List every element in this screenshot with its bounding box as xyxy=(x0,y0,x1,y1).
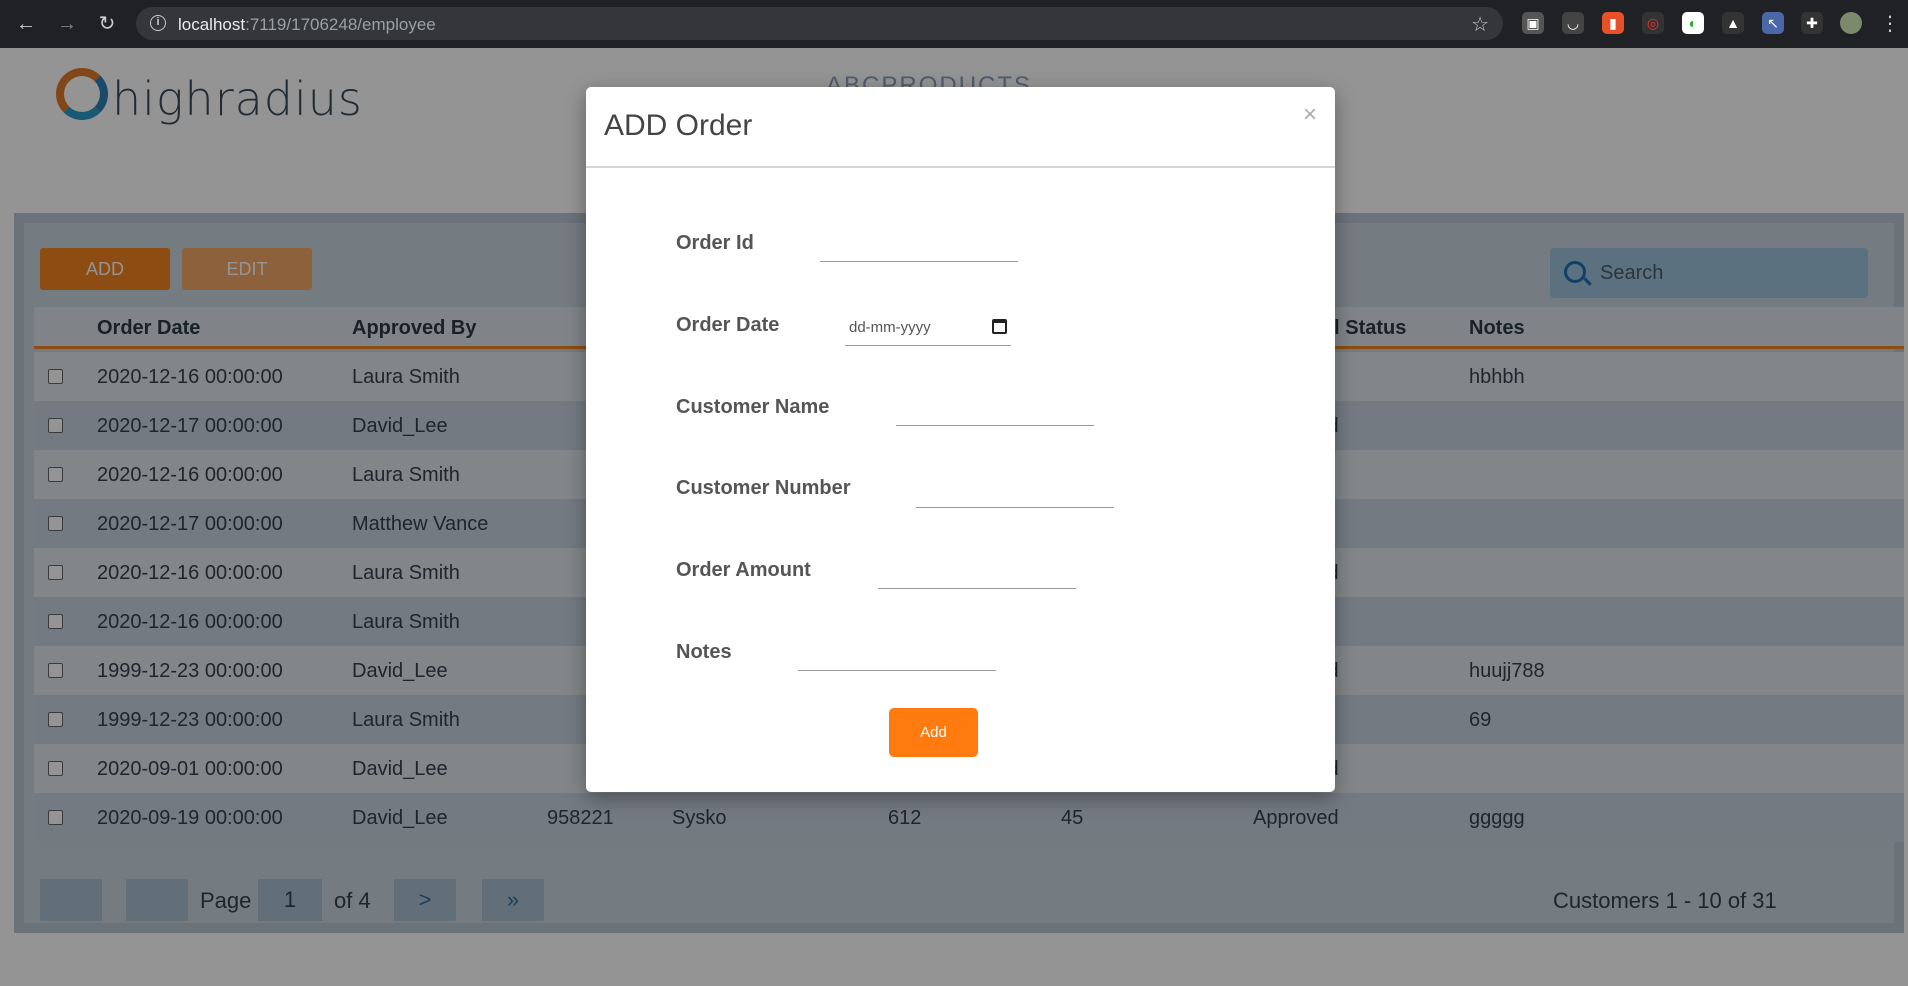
order-date-label: Order Date xyxy=(676,314,780,336)
menu-dots-icon[interactable]: ⋮ xyxy=(1876,10,1904,38)
order-id-label: Order Id xyxy=(676,232,754,254)
extension-icon[interactable]: ▲ xyxy=(1722,12,1744,34)
calendar-icon[interactable] xyxy=(992,319,1007,334)
extension-icon[interactable]: ◎ xyxy=(1642,12,1664,34)
bookmark-star-icon[interactable]: ☆ xyxy=(1471,12,1489,37)
url-text[interactable]: localhost:7119/1706248/employee xyxy=(178,15,436,35)
date-placeholder: dd-mm-yyyy xyxy=(849,319,931,336)
notes-field[interactable] xyxy=(798,641,996,671)
notes-label: Notes xyxy=(676,641,732,663)
customer-name-field[interactable] xyxy=(896,396,1094,426)
browser-toolbar: ← → ↻ i localhost:7119/1706248/employee … xyxy=(0,0,1908,48)
extension-icon[interactable]: ◐ xyxy=(1682,12,1704,34)
pocket-icon[interactable]: ◡ xyxy=(1562,12,1584,34)
extension-icon[interactable]: ▣ xyxy=(1522,12,1544,34)
extension-icon[interactable]: ▮ xyxy=(1602,12,1624,34)
address-bar[interactable]: i localhost:7119/1706248/employee ☆ xyxy=(136,7,1503,40)
order-amount-field[interactable] xyxy=(878,559,1076,589)
puzzle-icon[interactable]: ✚ xyxy=(1801,12,1823,34)
avatar[interactable] xyxy=(1840,12,1862,34)
reload-icon[interactable]: ↻ xyxy=(93,10,121,38)
order-id-field[interactable] xyxy=(820,232,1018,262)
customer-number-field[interactable] xyxy=(916,478,1114,508)
add-order-button[interactable]: Add xyxy=(889,708,978,757)
order-date-field[interactable]: dd-mm-yyyy xyxy=(845,311,1011,346)
order-amount-label: Order Amount xyxy=(676,559,811,581)
dialog-header: ADD Order × xyxy=(586,87,1335,168)
site-info-icon[interactable]: i xyxy=(150,15,166,31)
customer-name-label: Customer Name xyxy=(676,396,830,418)
add-order-dialog: ADD Order × Order Id Order Date dd-mm-yy… xyxy=(586,87,1335,792)
extension-icon[interactable]: ↖ xyxy=(1762,12,1784,34)
forward-icon[interactable]: → xyxy=(53,10,81,38)
dialog-title: ADD Order xyxy=(604,109,753,142)
back-icon[interactable]: ← xyxy=(12,10,40,38)
close-icon[interactable]: × xyxy=(1303,101,1317,129)
customer-number-label: Customer Number xyxy=(676,477,851,499)
